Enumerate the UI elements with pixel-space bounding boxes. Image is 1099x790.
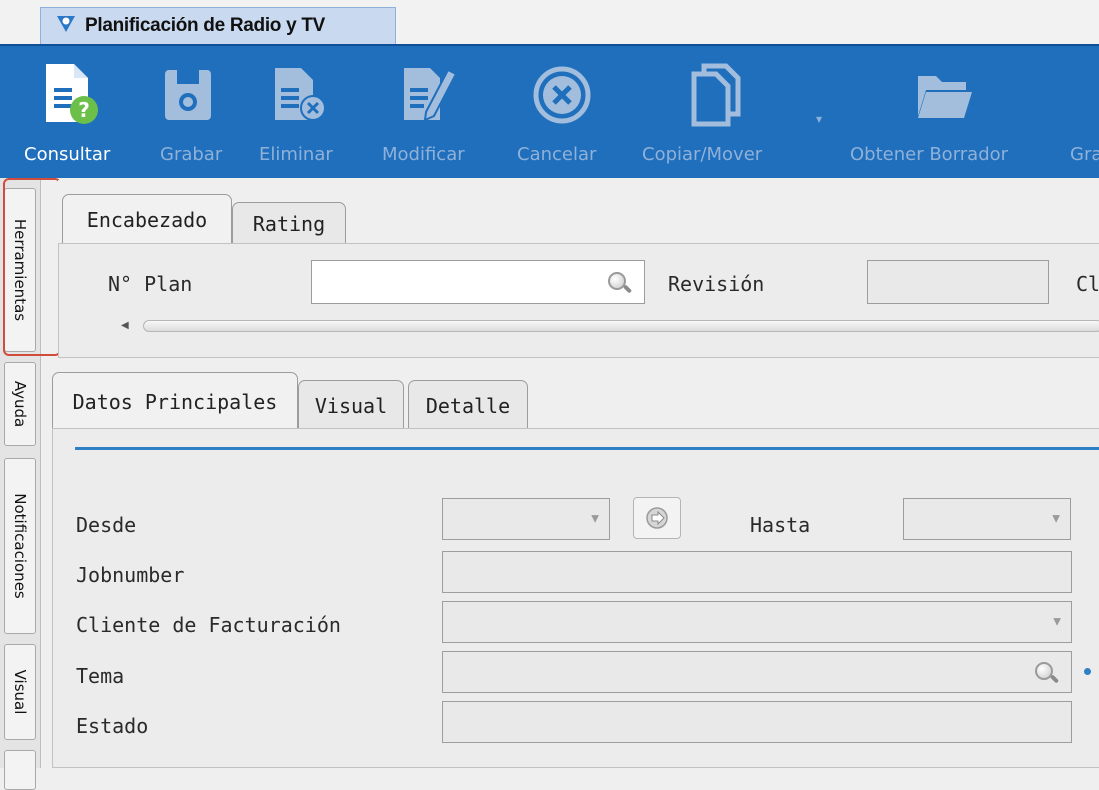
tema-input[interactable] bbox=[442, 651, 1072, 693]
side-tab-notificaciones[interactable]: Notificaciones bbox=[4, 458, 36, 634]
nplan-label: N° Plan bbox=[108, 272, 193, 296]
search-icon[interactable] bbox=[608, 272, 626, 290]
tema-label: Tema bbox=[76, 664, 125, 688]
hasta-select[interactable]: ▼ bbox=[903, 498, 1071, 540]
consultar-label: Consultar bbox=[24, 144, 111, 165]
obtener-borrador-label: Obtener Borrador bbox=[850, 144, 1009, 165]
folder-open-icon bbox=[918, 76, 972, 118]
horizontal-scrollbar[interactable] bbox=[143, 320, 1099, 332]
cliente-select[interactable]: ▼ bbox=[442, 601, 1072, 643]
app-logo-icon bbox=[55, 13, 77, 39]
obtener-borrador-button[interactable]: Obtener Borrador bbox=[848, 46, 1048, 178]
edit-document-icon bbox=[404, 68, 458, 122]
hasta-label: Hasta bbox=[750, 513, 811, 537]
side-tab-visual[interactable]: Visual bbox=[4, 644, 36, 740]
desde-label: Desde bbox=[76, 513, 137, 537]
cliente-label: Cliente de Facturación bbox=[76, 613, 341, 637]
window-title: Planificación de Radio y TV bbox=[85, 15, 326, 36]
copiar-mover-label: Copiar/Mover bbox=[642, 144, 763, 165]
estado-label: Estado bbox=[76, 714, 149, 738]
svg-text:?: ? bbox=[78, 98, 90, 122]
tab-detalle-label: Detalle bbox=[425, 393, 511, 418]
save-disk-icon bbox=[165, 70, 211, 120]
side-tab-more[interactable] bbox=[4, 750, 36, 790]
copiar-dropdown-arrow-icon[interactable]: ▾ bbox=[816, 112, 822, 126]
tab-datos-principales[interactable]: Datos Principales bbox=[52, 372, 298, 430]
query-document-icon: ? bbox=[46, 64, 98, 124]
copiar-mover-button[interactable]: ▾ Copiar/Mover bbox=[640, 46, 830, 178]
arrow-right-circle-icon bbox=[646, 507, 668, 529]
detail-panel: Desde ▼ Hasta ▼ Jobnumber Cliente de Fac… bbox=[52, 428, 1099, 768]
jobnumber-input[interactable] bbox=[442, 551, 1072, 593]
desde-select[interactable]: ▼ bbox=[442, 498, 610, 540]
section-divider bbox=[75, 447, 1099, 450]
copy-documents-icon bbox=[691, 63, 741, 127]
cancel-circle-icon bbox=[533, 66, 591, 124]
tab-detalle[interactable]: Detalle bbox=[408, 380, 528, 430]
tab-visual-label: Visual bbox=[314, 393, 388, 418]
eliminar-label: Eliminar bbox=[259, 144, 333, 165]
tab-encabezado[interactable]: Encabezado bbox=[62, 194, 232, 244]
tab-encabezado-label: Encabezado bbox=[86, 207, 208, 232]
tab-rating[interactable]: Rating bbox=[232, 202, 346, 244]
gra-button[interactable]: Gra bbox=[1066, 46, 1099, 178]
cancelar-button[interactable]: Cancelar bbox=[515, 46, 625, 178]
estado-input[interactable] bbox=[442, 701, 1072, 743]
header-area: Encabezado Rating N° Plan Revisión Cl ◀ bbox=[58, 180, 1099, 358]
chevron-down-icon: ▼ bbox=[1053, 616, 1061, 628]
toolbar: ? Consultar Grabar Eliminar Modificar Ca… bbox=[0, 44, 1099, 178]
jobnumber-label: Jobnumber bbox=[76, 563, 185, 587]
tab-rating-label: Rating bbox=[252, 211, 326, 236]
highlight-box bbox=[3, 178, 61, 356]
grabar-button[interactable]: Grabar bbox=[155, 46, 235, 178]
side-tab-notificaciones-label: Notificaciones bbox=[11, 493, 29, 599]
side-tab-ayuda[interactable]: Ayuda bbox=[4, 362, 36, 446]
consultar-button[interactable]: ? Consultar bbox=[14, 46, 134, 178]
tab-datos-principales-label: Datos Principales bbox=[72, 389, 278, 414]
detail-area: Datos Principales Visual Detalle Desde ▼… bbox=[52, 364, 1099, 768]
scroll-left-arrow-icon[interactable]: ◀ bbox=[121, 320, 129, 331]
chevron-down-icon: ▼ bbox=[1052, 513, 1060, 525]
chevron-down-icon: ▼ bbox=[591, 513, 599, 525]
tab-visual[interactable]: Visual bbox=[298, 380, 404, 430]
nplan-input[interactable] bbox=[311, 260, 645, 304]
modificar-button[interactable]: Modificar bbox=[380, 46, 500, 178]
eliminar-button[interactable]: Eliminar bbox=[255, 46, 355, 178]
grabar-label: Grabar bbox=[160, 144, 223, 165]
search-icon[interactable] bbox=[1035, 662, 1053, 680]
side-tab-visual-label: Visual bbox=[11, 669, 29, 715]
gra-label: Gra bbox=[1070, 144, 1099, 165]
required-dot-icon bbox=[1084, 668, 1091, 675]
cancelar-label: Cancelar bbox=[517, 144, 597, 165]
forward-button[interactable] bbox=[633, 497, 681, 539]
modificar-label: Modificar bbox=[382, 144, 465, 165]
revision-label: Revisión bbox=[668, 272, 765, 296]
cl-label: Cl bbox=[1076, 272, 1099, 296]
header-panel: N° Plan Revisión Cl ◀ bbox=[58, 243, 1099, 358]
window-tab[interactable]: Planificación de Radio y TV bbox=[40, 7, 396, 44]
revision-input[interactable] bbox=[867, 260, 1049, 304]
side-tab-ayuda-label: Ayuda bbox=[11, 380, 29, 428]
delete-document-icon bbox=[275, 68, 326, 121]
